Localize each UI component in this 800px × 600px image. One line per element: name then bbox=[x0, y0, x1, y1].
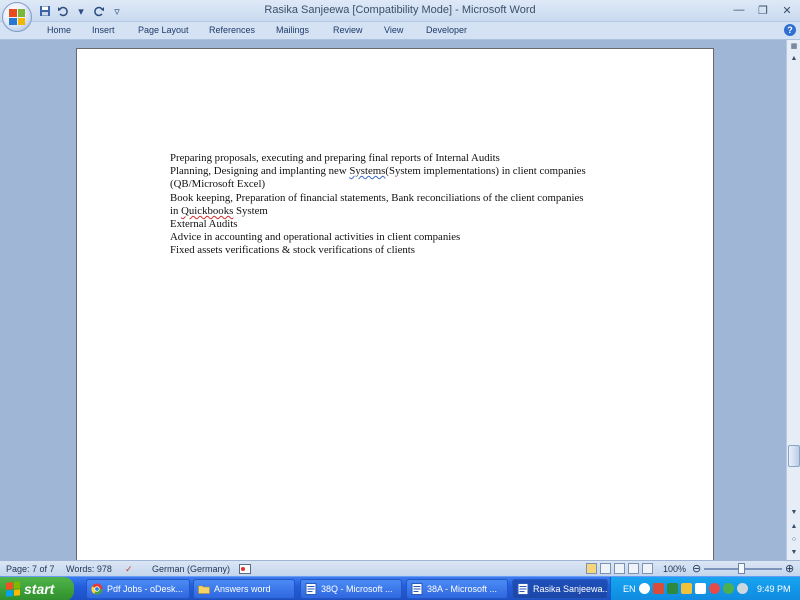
taskbar: start Pdf Jobs - oDesk... Answers word 3… bbox=[0, 576, 800, 600]
taskbar-item-rasika-sanjeewa[interactable]: Rasika Sanjeewa... bbox=[512, 579, 608, 599]
title-bar: ▾ ▿ Rasika Sanjeewa [Compatibility Mode]… bbox=[0, 0, 800, 22]
help-icon[interactable]: ? bbox=[784, 24, 796, 36]
zoom-slider-thumb[interactable] bbox=[738, 563, 745, 574]
doc-line[interactable]: External Audits bbox=[170, 218, 630, 231]
doc-line[interactable]: in Quickbooks System bbox=[170, 205, 630, 218]
tab-home[interactable]: Home bbox=[47, 25, 71, 35]
doc-line-text: System bbox=[233, 204, 268, 217]
page-count[interactable]: Page: 7 of 7 bbox=[6, 564, 55, 574]
vertical-scrollbar[interactable]: ▦ ▲ ▼ ▲ ○ ▼ bbox=[786, 40, 800, 560]
system-tray: EN 9:49 PM bbox=[610, 577, 800, 600]
minimize-icon[interactable]: — bbox=[730, 2, 748, 18]
spelling-flagged-word[interactable]: Quickbooks bbox=[181, 205, 233, 217]
doc-line[interactable]: Fixed assets verifications & stock verif… bbox=[170, 244, 630, 257]
web-layout-view-button[interactable] bbox=[614, 563, 625, 574]
shield-icon[interactable] bbox=[667, 583, 678, 594]
status-bar: Page: 7 of 7 Words: 978 ✓ German (German… bbox=[0, 560, 800, 576]
doc-line[interactable]: Advice in accounting and operational act… bbox=[170, 231, 630, 244]
start-label: start bbox=[24, 581, 55, 597]
word-doc-icon bbox=[517, 583, 529, 595]
update-icon[interactable] bbox=[723, 583, 734, 594]
task-label: Pdf Jobs - oDesk... bbox=[107, 584, 184, 594]
grammar-flagged-word[interactable]: Systems bbox=[349, 165, 385, 177]
office-button-icon bbox=[9, 9, 25, 25]
taskbar-item-38a[interactable]: 38A - Microsoft ... bbox=[406, 579, 508, 599]
window-controls: — ❐ ✕ bbox=[730, 2, 796, 18]
browse-object-icon[interactable]: ○ bbox=[788, 533, 800, 545]
document-page[interactable]: Preparing proposals, executing and prepa… bbox=[76, 48, 714, 568]
outline-view-button[interactable] bbox=[628, 563, 639, 574]
taskbar-item-answers-word[interactable]: Answers word bbox=[193, 579, 295, 599]
tab-developer[interactable]: Developer bbox=[426, 25, 467, 35]
taskbar-item-pdf-jobs[interactable]: Pdf Jobs - oDesk... bbox=[86, 579, 190, 599]
full-screen-reading-view-button[interactable] bbox=[600, 563, 611, 574]
task-label: Rasika Sanjeewa... bbox=[533, 584, 608, 594]
task-label: Answers word bbox=[214, 584, 271, 594]
chrome-icon bbox=[91, 583, 103, 595]
doc-line[interactable]: Planning, Designing and implanting new S… bbox=[170, 165, 630, 178]
ruler-toggle-icon[interactable]: ▦ bbox=[788, 40, 800, 52]
macro-icon[interactable] bbox=[239, 564, 251, 576]
draft-view-button[interactable] bbox=[642, 563, 653, 574]
zoom-level[interactable]: 100% bbox=[663, 564, 686, 574]
document-area[interactable]: Preparing proposals, executing and prepa… bbox=[0, 40, 786, 568]
word-doc-icon bbox=[305, 583, 317, 595]
zoom-out-icon[interactable]: ⊖ bbox=[692, 562, 701, 575]
proofing-icon[interactable]: ✓ bbox=[125, 564, 133, 575]
tab-view[interactable]: View bbox=[384, 25, 403, 35]
start-button[interactable]: start bbox=[0, 577, 74, 600]
doc-line-text: in bbox=[170, 204, 182, 217]
tab-insert[interactable]: Insert bbox=[92, 25, 115, 35]
doc-line[interactable]: (QB/Microsoft Excel) bbox=[170, 178, 630, 191]
task-label: 38Q - Microsoft ... bbox=[321, 584, 393, 594]
folder-icon bbox=[198, 585, 210, 594]
doc-line[interactable]: Book keeping, Preparation of financial s… bbox=[170, 192, 630, 205]
scroll-down-icon[interactable]: ▼ bbox=[788, 506, 800, 518]
tab-mailings[interactable]: Mailings bbox=[276, 25, 309, 35]
ribbon-tab-row: Home Insert Page Layout References Maili… bbox=[0, 22, 800, 40]
language-indicator[interactable]: German (Germany) bbox=[152, 564, 230, 574]
print-layout-view-button[interactable] bbox=[586, 563, 597, 574]
zoom-in-icon[interactable]: ⊕ bbox=[785, 562, 794, 575]
document-body[interactable]: Preparing proposals, executing and prepa… bbox=[170, 152, 630, 258]
doc-line-text: Planning, Designing and implanting new bbox=[170, 165, 350, 178]
maximize-icon[interactable]: ❐ bbox=[754, 2, 772, 18]
tab-page-layout[interactable]: Page Layout bbox=[138, 25, 189, 35]
next-page-icon[interactable]: ▼ bbox=[788, 546, 800, 558]
chat-icon[interactable] bbox=[737, 583, 748, 594]
windows-logo-icon bbox=[6, 581, 20, 597]
tab-review[interactable]: Review bbox=[333, 25, 363, 35]
window-title: Rasika Sanjeewa [Compatibility Mode] - M… bbox=[264, 4, 536, 16]
doc-line[interactable]: Preparing proposals, executing and prepa… bbox=[170, 152, 630, 165]
word-count[interactable]: Words: 978 bbox=[66, 564, 112, 574]
language-bar[interactable]: EN bbox=[623, 584, 636, 594]
scroll-thumb[interactable] bbox=[788, 445, 800, 467]
scroll-up-icon[interactable]: ▲ bbox=[788, 52, 800, 64]
tab-references[interactable]: References bbox=[209, 25, 255, 35]
word-doc-icon bbox=[411, 583, 423, 595]
close-icon[interactable]: ✕ bbox=[778, 2, 796, 18]
clock[interactable]: 9:49 PM bbox=[757, 584, 791, 594]
security-icon[interactable] bbox=[653, 583, 664, 594]
task-label: 38A - Microsoft ... bbox=[427, 584, 498, 594]
doc-line-text: (System implementations) in client compa… bbox=[385, 165, 586, 178]
messenger-icon[interactable] bbox=[681, 583, 692, 594]
volume-icon[interactable] bbox=[695, 583, 706, 594]
taskbar-item-38q[interactable]: 38Q - Microsoft ... bbox=[300, 579, 402, 599]
antivirus-icon[interactable] bbox=[709, 583, 720, 594]
previous-page-icon[interactable]: ▲ bbox=[788, 520, 800, 532]
network-icon[interactable] bbox=[639, 583, 650, 594]
office-button[interactable] bbox=[2, 2, 32, 32]
